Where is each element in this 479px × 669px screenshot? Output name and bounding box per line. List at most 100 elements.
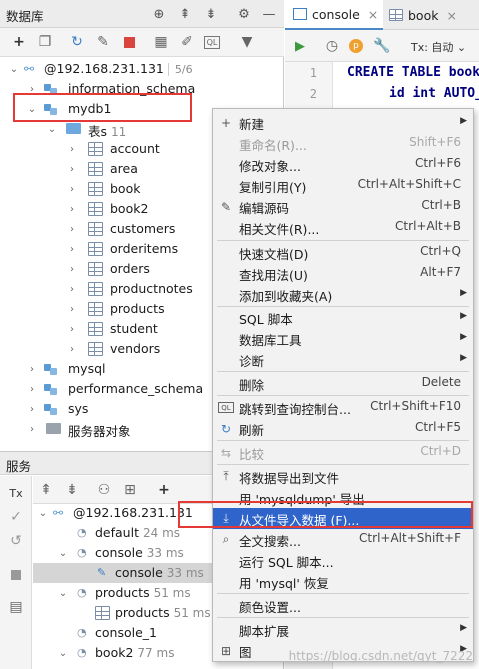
chevron-right-icon[interactable]: ›: [66, 182, 78, 196]
session-icon: ◔: [77, 586, 87, 599]
menu-item-export-file[interactable]: ⤒ 将数据导出到文件: [213, 466, 473, 487]
menu-item-sql-scripts[interactable]: SQL 脚本 ▶: [213, 307, 473, 328]
menu-label: 用 'mysqldump' 导出: [239, 492, 365, 507]
copy-icon[interactable]: ❐: [36, 33, 54, 51]
menu-item-mysql-restore[interactable]: 用 'mysql' 恢复: [213, 571, 473, 592]
chevron-right-icon[interactable]: ›: [66, 202, 78, 216]
console-icon: ✎: [97, 566, 107, 579]
menu-shortcut: Ctrl+Shift+F10: [370, 399, 461, 413]
chevron-right-icon[interactable]: ›: [26, 82, 38, 96]
chevron-right-icon[interactable]: ›: [66, 322, 78, 336]
service-time: 51 ms: [153, 586, 191, 600]
menu-item-find-usages[interactable]: 查找用法(U) Alt+F7: [213, 263, 473, 284]
submenu-arrow-icon: ▶: [460, 353, 467, 363]
menu-label: 编辑源码: [239, 201, 290, 216]
menu-item-add-favorites[interactable]: 添加到收藏夹(A) ▶: [213, 284, 473, 305]
chevron-right-icon[interactable]: ›: [66, 142, 78, 156]
add-icon[interactable]: +: [155, 481, 173, 499]
chevron-right-icon[interactable]: ›: [26, 362, 38, 376]
menu-item-refresh[interactable]: ↻ 刷新 Ctrl+F5: [213, 418, 473, 439]
chevron-right-icon[interactable]: ›: [26, 402, 38, 416]
chevron-down-icon[interactable]: ⌄: [57, 546, 69, 560]
rollback-icon[interactable]: ↺: [7, 532, 25, 550]
chevron-down-icon[interactable]: ⌄: [57, 646, 69, 660]
menu-item-color-settings[interactable]: 颜色设置...: [213, 595, 473, 616]
chevron-down-icon[interactable]: ⌄: [57, 586, 69, 600]
history-icon[interactable]: ◷: [323, 37, 341, 55]
chevron-right-icon[interactable]: ›: [66, 262, 78, 276]
group-icon[interactable]: ⚇: [95, 481, 113, 499]
menu-shortcut: Ctrl+F6: [415, 156, 461, 170]
chevron-right-icon[interactable]: ›: [66, 342, 78, 356]
run-icon[interactable]: ▶: [291, 37, 309, 55]
table-view-icon[interactable]: ▦: [152, 33, 170, 51]
table-label: account: [110, 141, 160, 156]
menu-item-edit-source[interactable]: ✎ 编辑源码 Ctrl+B: [213, 196, 473, 217]
chevron-down-icon[interactable]: ⌄: [26, 102, 38, 116]
menu-item-related-files[interactable]: 相关文件(R)... Ctrl+Alt+B: [213, 217, 473, 238]
chevron-right-icon[interactable]: ›: [26, 422, 38, 436]
tree-schema-information[interactable]: › information_schema: [0, 79, 284, 99]
query-console-icon[interactable]: QL: [204, 36, 220, 49]
layout-icon[interactable]: ⊞: [121, 481, 139, 499]
layout-icon[interactable]: ▤: [7, 598, 25, 616]
menu-item-quick-doc[interactable]: 快速文档(D) Ctrl+Q: [213, 242, 473, 263]
chevron-right-icon[interactable]: ›: [66, 162, 78, 176]
minimize-icon[interactable]: —: [260, 5, 278, 23]
crosshair-icon[interactable]: ⊕: [150, 5, 168, 23]
refresh-icon[interactable]: ↻: [68, 33, 86, 51]
service-time: 24 ms: [142, 526, 181, 540]
menu-item-delete[interactable]: 删除 Delete: [213, 373, 473, 394]
session-icon: ◔: [77, 626, 87, 639]
close-icon[interactable]: ×: [368, 7, 378, 22]
tab-book[interactable]: book ×: [383, 0, 479, 30]
code-line[interactable]: id int AUTO_: [389, 86, 479, 101]
chevron-right-icon[interactable]: ›: [66, 242, 78, 256]
collapse-icon[interactable]: ⇞: [37, 481, 55, 499]
menu-item-script-extensions[interactable]: 脚本扩展 ▶: [213, 619, 473, 640]
chevron-right-icon[interactable]: ›: [66, 302, 78, 316]
chevron-right-icon[interactable]: ›: [66, 222, 78, 236]
menu-item-new[interactable]: + 新建 ▶: [213, 112, 473, 133]
schema-icon: [44, 382, 59, 396]
pencil-icon[interactable]: ✐: [178, 33, 196, 51]
import-icon: ⤓: [223, 511, 229, 525]
schema-icon: [44, 362, 59, 376]
stop-icon[interactable]: [120, 33, 138, 51]
filter-icon[interactable]: ▼: [238, 33, 256, 51]
menu-item-jump-console[interactable]: QL 跳转到查询控制台... Ctrl+Shift+F10: [213, 397, 473, 418]
check-icon[interactable]: ✓: [7, 508, 25, 526]
close-icon[interactable]: ×: [446, 8, 456, 23]
menu-item-diagnostics[interactable]: 诊断 ▶: [213, 349, 473, 370]
gear-icon[interactable]: ⚙: [235, 5, 253, 23]
chevron-down-icon[interactable]: ⌄: [37, 506, 49, 520]
tab-console[interactable]: console ×: [285, 0, 383, 30]
menu-item-db-tools[interactable]: 数据库工具 ▶: [213, 328, 473, 349]
edit-props-icon[interactable]: ✎: [94, 33, 112, 51]
menu-item-run-sql[interactable]: 运行 SQL 脚本...: [213, 550, 473, 571]
expand-icon[interactable]: ⇟: [202, 5, 220, 23]
menu-item-fulltext-search[interactable]: ⌕ 全文搜索... Ctrl+Alt+Shift+F: [213, 529, 473, 550]
menu-item-mysqldump[interactable]: 用 'mysqldump' 导出: [213, 487, 473, 508]
tx-mode-select[interactable]: Tx: 自动 ⌄: [411, 39, 466, 55]
chevron-right-icon[interactable]: ›: [26, 382, 38, 396]
code-line[interactable]: CREATE TABLE book: [347, 65, 479, 80]
add-icon[interactable]: +: [10, 33, 28, 51]
collapse-icon[interactable]: ⇞: [176, 5, 194, 23]
stop-icon[interactable]: [7, 566, 25, 584]
menu-item-rename[interactable]: 重命名(R)... Shift+F6: [213, 133, 473, 154]
chevron-down-icon[interactable]: ⌄: [8, 62, 20, 76]
menu-item-copy-ref[interactable]: 复制引用(Y) Ctrl+Alt+Shift+C: [213, 175, 473, 196]
editor-tabbar: console × book ×: [285, 0, 479, 30]
tx-label[interactable]: Tx: [7, 484, 25, 502]
chevron-down-icon[interactable]: ⌄: [46, 122, 58, 136]
menu-item-modify[interactable]: 修改对象... Ctrl+F6: [213, 154, 473, 175]
menu-item-import-file[interactable]: ⤓ 从文件导入数据 (F)...: [213, 508, 473, 529]
wrench-icon[interactable]: 🔧: [373, 37, 391, 55]
watermark: https://blog.csdn.net/qyt_7222: [288, 649, 473, 663]
tree-connection[interactable]: ⌄ ⚯ @192.168.231.131 5/6: [0, 59, 284, 79]
menu-item-compare[interactable]: ⇆ 比较 Ctrl+D: [213, 442, 473, 463]
chevron-right-icon[interactable]: ›: [66, 282, 78, 296]
expand-icon[interactable]: ⇟: [63, 481, 81, 499]
explain-icon[interactable]: p: [347, 37, 365, 55]
